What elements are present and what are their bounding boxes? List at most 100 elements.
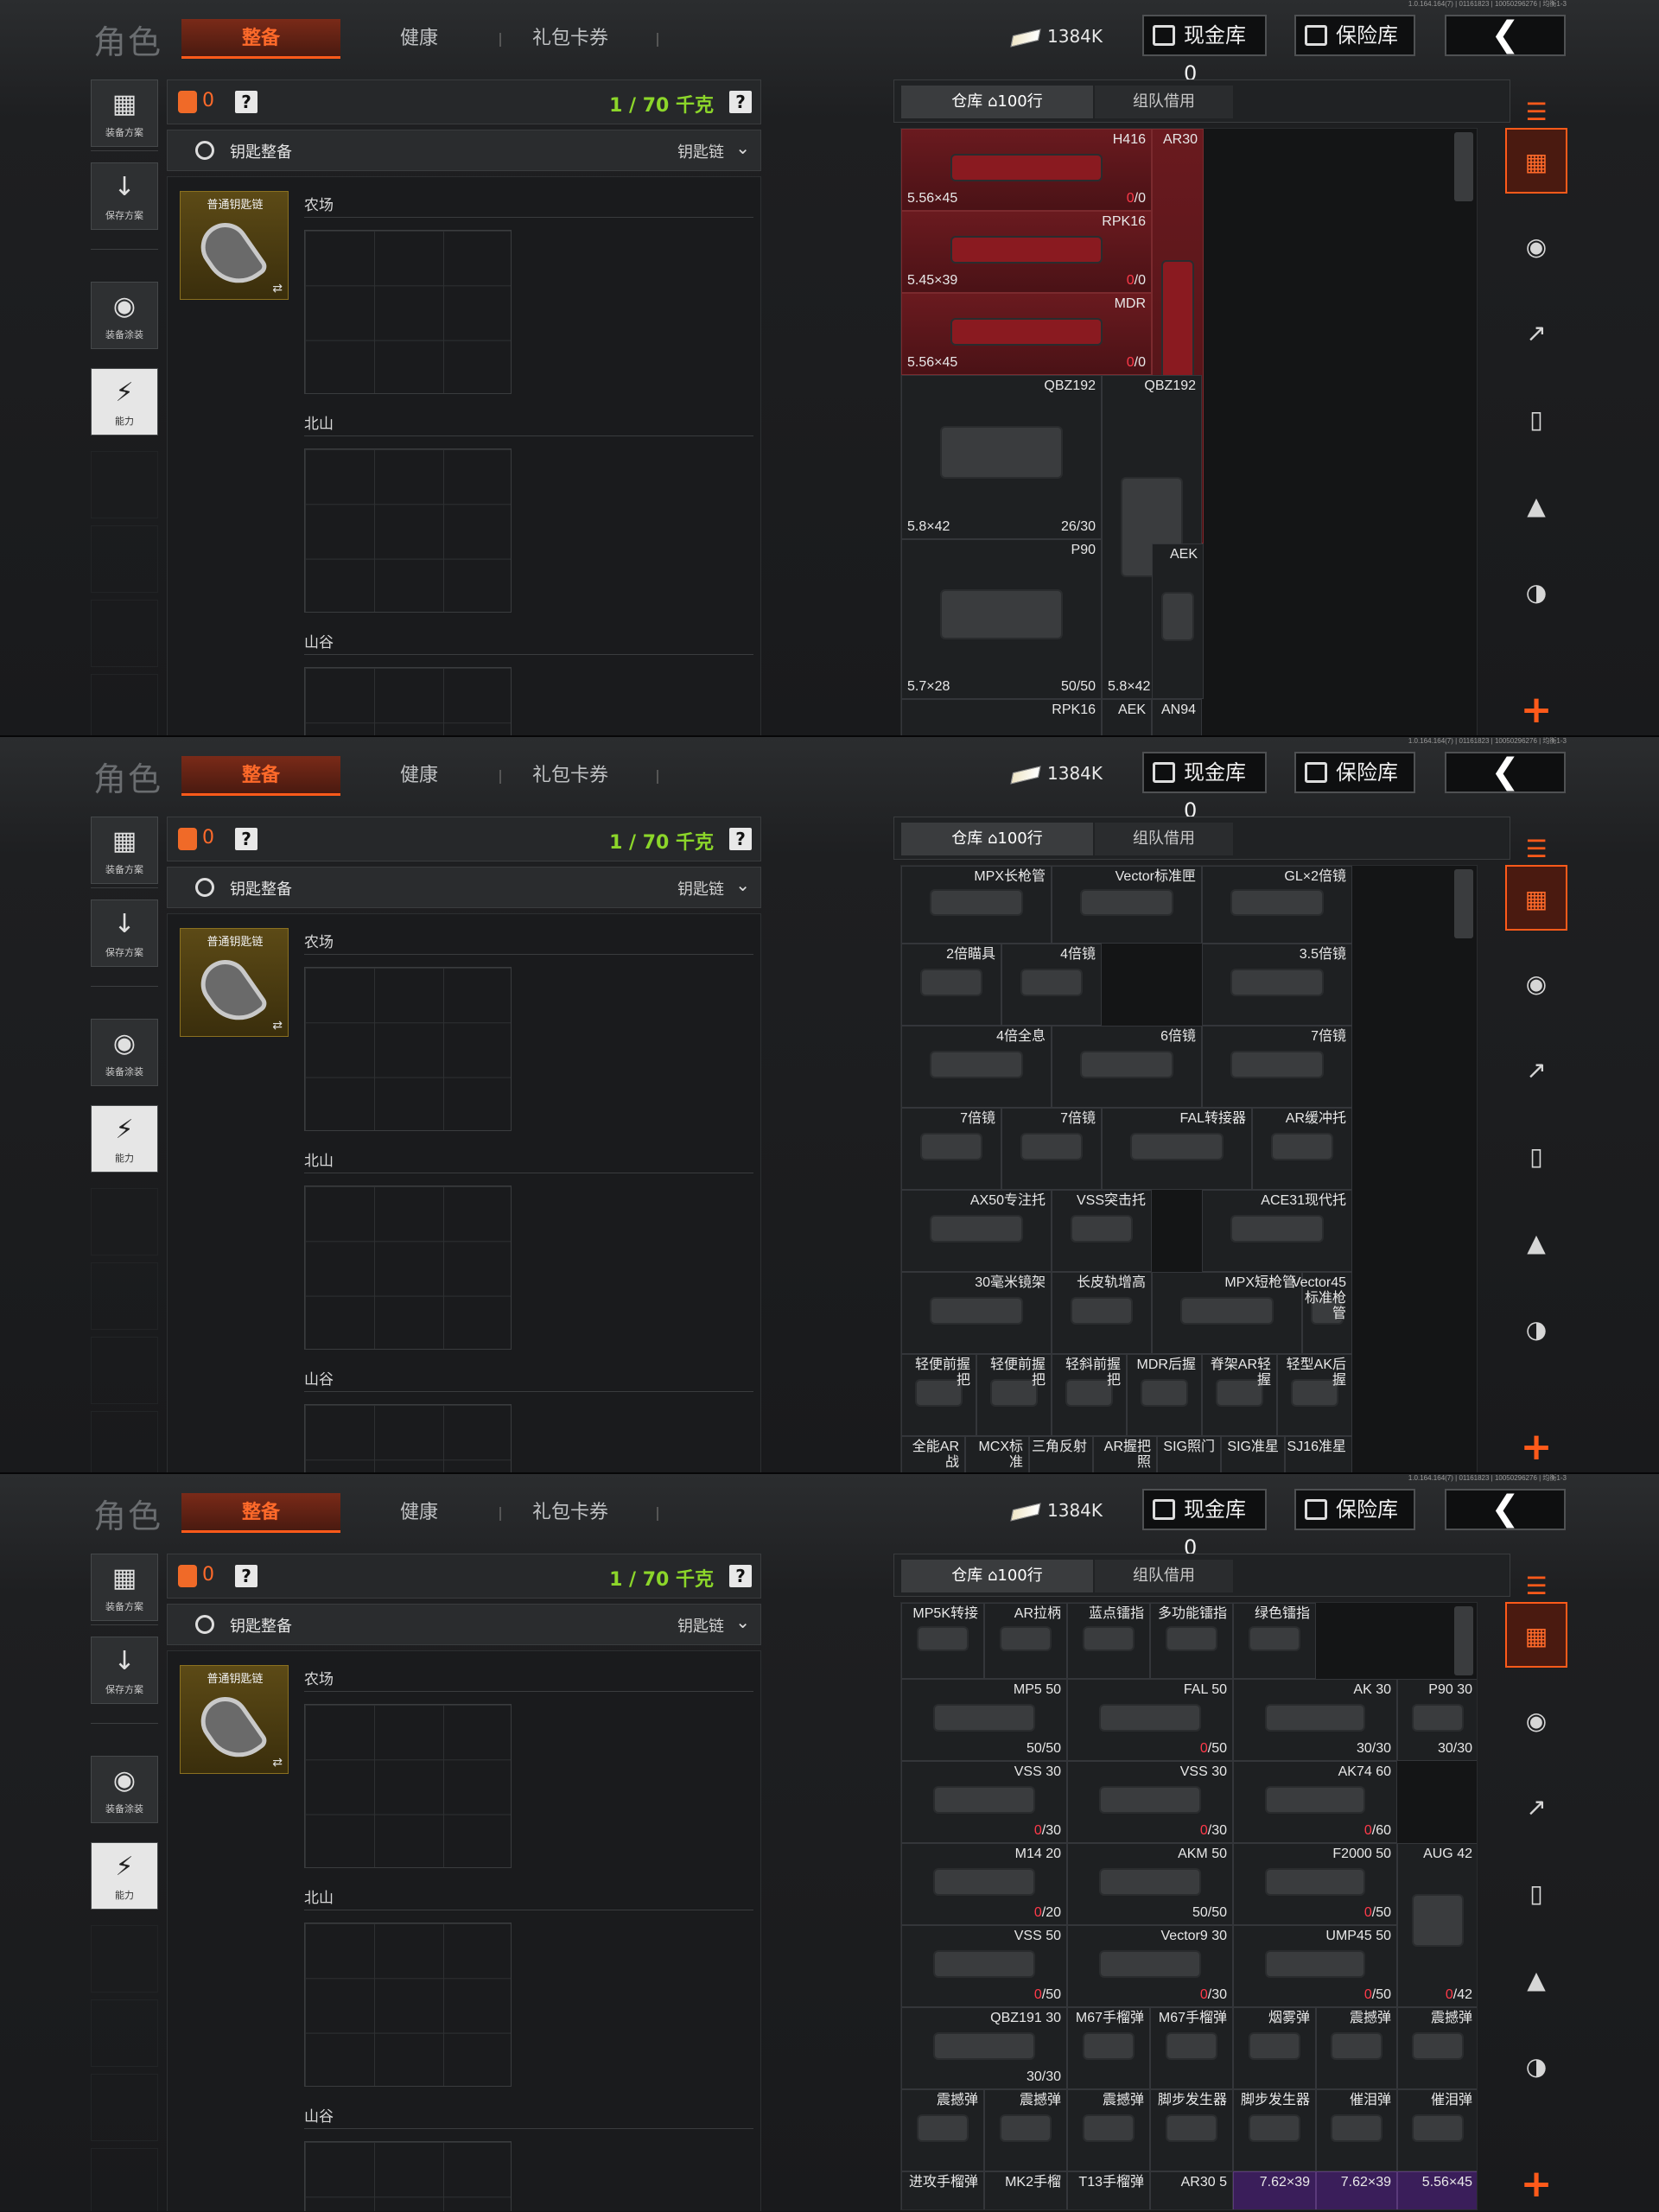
scrollbar[interactable] (1454, 869, 1473, 938)
tab-0[interactable]: 整备 (181, 1493, 340, 1533)
category-0-icon[interactable]: ▦ (1505, 1602, 1567, 1668)
keychain-dropdown[interactable]: 钥匙链 (677, 877, 724, 899)
tab-0[interactable]: 整备 (181, 756, 340, 796)
item-cell[interactable]: AK74 60 0/60 (1233, 1761, 1397, 1843)
key-grid[interactable] (304, 967, 512, 1131)
category-5-icon[interactable]: ◑ (1505, 1297, 1567, 1363)
category-5-icon[interactable]: ◑ (1505, 560, 1567, 626)
key-grid[interactable] (304, 1923, 512, 2087)
item-cell[interactable]: 4倍全息 (901, 1026, 1052, 1108)
weight-help-button[interactable]: ? (729, 91, 752, 113)
item-cell[interactable]: AN94 (1152, 699, 1202, 735)
item-cell[interactable]: 6倍镜 (1052, 1026, 1202, 1108)
item-cell[interactable]: 长皮轨增高 (1052, 1272, 1152, 1354)
key-grid[interactable] (304, 448, 512, 613)
tab-team-borrow[interactable]: 组队借用 (1095, 1560, 1233, 1592)
item-cell[interactable]: SIG照门 (1157, 1436, 1221, 1472)
item-cell[interactable]: 震撼弹 (1397, 2007, 1477, 2089)
item-cell[interactable]: VSS 30 0/30 (901, 1761, 1067, 1843)
key-grid[interactable] (304, 230, 512, 394)
keychain-dropdown[interactable]: 钥匙链 (677, 140, 724, 162)
tab-1[interactable]: 健康 (346, 19, 493, 59)
item-cell[interactable]: VSS突击托 (1052, 1190, 1152, 1272)
item-cell[interactable]: AR拉柄 (984, 1603, 1067, 1679)
tab-1[interactable]: 健康 (346, 756, 493, 796)
item-cell[interactable]: 脚步发生器 (1150, 2089, 1233, 2171)
item-cell[interactable]: MDR后握 (1127, 1354, 1202, 1436)
keychain-bar[interactable]: 钥匙整备 钥匙链 ⌄ (167, 867, 761, 908)
tab-team-borrow[interactable]: 组队借用 (1095, 823, 1233, 855)
item-cell[interactable]: UMP45 50 0/50 (1233, 1925, 1397, 2007)
item-cell[interactable]: 震撼弹 (1316, 2007, 1397, 2089)
item-cell[interactable]: M67手榴弹 (1067, 2007, 1150, 2089)
item-cell[interactable]: MDR 5.56×45 0/0 (901, 293, 1152, 375)
item-cell[interactable]: MCX标准 (965, 1436, 1029, 1472)
safe-box-button[interactable]: 保险库 (1294, 15, 1415, 56)
keychain-item[interactable]: 普通钥匙链 ⇄ (180, 928, 289, 1037)
item-cell[interactable]: 催泪弹 (1316, 2089, 1397, 2171)
item-cell[interactable]: VSS 50 0/50 (901, 1925, 1067, 2007)
nav-3[interactable]: ⚡ 能力 (91, 1105, 158, 1173)
item-cell[interactable]: MK2手榴 (984, 2171, 1067, 2209)
nav-2[interactable]: ◉ 装备涂装 (91, 282, 158, 349)
help-button[interactable]: ? (235, 1565, 257, 1587)
nav-0[interactable]: ▦ 装备方案 (91, 79, 158, 147)
item-cell[interactable]: 轻便前握把 (901, 1354, 976, 1436)
item-cell[interactable]: AR握把照 (1093, 1436, 1157, 1472)
help-button[interactable]: ? (235, 91, 257, 113)
item-cell[interactable]: 2倍瞄具 (901, 944, 1001, 1026)
back-button[interactable]: ❮ (1445, 15, 1566, 56)
item-cell[interactable]: GL×2倍镜 (1202, 866, 1352, 944)
item-cell[interactable]: 4倍镜 (1001, 944, 1102, 1026)
item-cell[interactable]: QBZ192 5.8×42 26/30 (901, 375, 1102, 539)
item-cell[interactable]: 进攻手榴弹 (901, 2171, 984, 2209)
keychain-item[interactable]: 普通钥匙链 ⇄ (180, 1665, 289, 1774)
scrollbar[interactable] (1454, 1606, 1473, 1675)
gold-vault-button[interactable]: 现金库 0 (1142, 1489, 1267, 1560)
item-cell[interactable]: 轻斜前握把 (1052, 1354, 1127, 1436)
item-cell[interactable]: 7.62×39 (1316, 2171, 1397, 2209)
tab-2[interactable]: 礼包卡券 (475, 756, 665, 796)
back-button[interactable]: ❮ (1445, 752, 1566, 793)
nav-2[interactable]: ◉ 装备涂装 (91, 1019, 158, 1086)
item-cell[interactable]: M14 20 0/20 (901, 1843, 1067, 1925)
gold-vault-button[interactable]: 现金库 0 (1142, 15, 1267, 86)
keychain-bar[interactable]: 钥匙整备 钥匙链 ⌄ (167, 130, 761, 171)
key-grid[interactable] (304, 1185, 512, 1350)
category-1-icon[interactable]: ◉ (1505, 951, 1567, 1017)
item-cell[interactable]: RPK16 5.45×39 0/0 (901, 211, 1152, 293)
item-cell[interactable]: T13手榴弹 (1067, 2171, 1150, 2209)
item-cell[interactable]: 7倍镜 (901, 1108, 1001, 1190)
tab-1[interactable]: 健康 (346, 1493, 493, 1533)
item-cell[interactable]: 7倍镜 (1001, 1108, 1102, 1190)
item-cell[interactable]: AEK (1152, 543, 1204, 699)
item-cell[interactable]: 绿色镭指 (1233, 1603, 1316, 1679)
item-cell[interactable]: QBZ191 30 30/30 (901, 2007, 1067, 2089)
category-3-icon[interactable]: ▯ (1505, 1861, 1567, 1927)
back-button[interactable]: ❮ (1445, 1489, 1566, 1530)
item-cell[interactable]: 轻型AK后握 (1277, 1354, 1352, 1436)
item-cell[interactable]: 3.5倍镜 (1202, 944, 1352, 1026)
category-5-icon[interactable]: ◑ (1505, 2034, 1567, 2100)
category-4-icon[interactable]: ▲ (1505, 1948, 1567, 2013)
add-icon[interactable]: + (1505, 2158, 1567, 2210)
category-2-icon[interactable]: ↗ (1505, 301, 1567, 366)
item-cell[interactable]: 脊架AR轻握 (1202, 1354, 1277, 1436)
item-cell[interactable]: M67手榴弹 (1150, 2007, 1233, 2089)
nav-2[interactable]: ◉ 装备涂装 (91, 1756, 158, 1823)
item-cell[interactable]: 5.56×45 (1397, 2171, 1477, 2209)
item-cell[interactable]: MP5K转接 (901, 1603, 984, 1679)
weight-help-button[interactable]: ? (729, 828, 752, 850)
item-cell[interactable]: 三角反射 (1029, 1436, 1093, 1472)
item-cell[interactable]: P90 5.7×28 50/50 (901, 539, 1102, 699)
keychain-bar[interactable]: 钥匙整备 钥匙链 ⌄ (167, 1604, 761, 1645)
key-grid[interactable] (304, 2141, 512, 2211)
nav-3[interactable]: ⚡ 能力 (91, 368, 158, 435)
category-2-icon[interactable]: ↗ (1505, 1775, 1567, 1840)
safe-box-button[interactable]: 保险库 (1294, 752, 1415, 793)
item-cell[interactable]: 全能AR战 (901, 1436, 965, 1472)
item-cell[interactable]: FAL 50 0/50 (1067, 1679, 1233, 1761)
item-cell[interactable]: SIG准星 (1221, 1436, 1285, 1472)
item-cell[interactable]: Vector标准匣 (1052, 866, 1202, 944)
category-4-icon[interactable]: ▲ (1505, 1211, 1567, 1276)
